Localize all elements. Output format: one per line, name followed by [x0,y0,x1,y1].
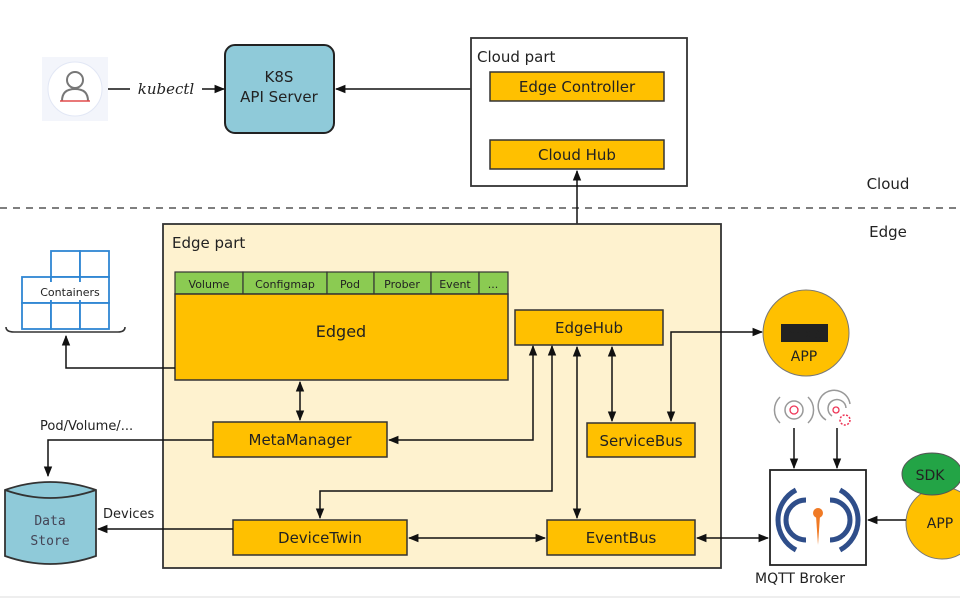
svg-text:Event: Event [439,278,471,291]
sdk-app[interactable]: SDK APP [901,452,960,560]
devicetwin-module[interactable]: DeviceTwin [232,519,408,556]
edged-containers-arrow [61,334,175,369]
containers-label: Containers [40,286,100,299]
svg-text:K8S: K8S [265,68,294,86]
edged-tabs: Volume Configmap Pod Prober Event ... [174,271,509,295]
cloud-hub-module[interactable]: Cloud Hub [489,139,665,170]
edged-tab-event[interactable]: Event [430,271,480,295]
svg-text:Pod: Pod [340,278,360,291]
svg-text:Data: Data [34,514,65,529]
svg-text:DeviceTwin: DeviceTwin [278,529,362,547]
region-label-cloud: Cloud [867,175,910,193]
kubeedge-architecture-diagram: Cloud Edge kubectl K8S API Server Cloud … [0,37,960,598]
sdk-label: SDK [916,468,946,484]
edged-tab-more[interactable]: ... [478,271,509,295]
edged-tab-prober[interactable]: Prober [373,271,432,295]
metamanager-module[interactable]: MetaManager [212,421,388,458]
edged-tab-configmap[interactable]: Configmap [242,271,328,295]
svg-text:API Server: API Server [240,88,319,106]
datastore[interactable]: Data Store [4,481,97,565]
edge-controller-module[interactable]: Edge Controller [489,71,665,102]
svg-text:Edge Controller: Edge Controller [519,78,636,96]
devices-label: Devices [103,507,154,522]
pod-volume-label: Pod/Volume/... [40,419,133,434]
edged-tab-volume[interactable]: Volume [174,271,244,295]
servicebus-module[interactable]: ServiceBus [586,422,696,458]
svg-text:Prober: Prober [384,278,420,291]
svg-text:Edged: Edged [316,322,366,341]
svg-text:Cloud Hub: Cloud Hub [538,146,616,164]
k8s-api-server[interactable]: K8S API Server [224,44,335,134]
svg-text:EdgeHub: EdgeHub [555,319,623,337]
svg-text:MetaManager: MetaManager [249,431,353,449]
svg-text:Configmap: Configmap [255,278,315,291]
region-label-edge: Edge [869,223,907,241]
device-gear-icon [817,389,851,426]
mqtt-broker[interactable] [769,469,867,566]
sensor-icon [773,396,815,424]
kubectl-label: kubectl [138,80,195,98]
edgehub-module[interactable]: EdgeHub [514,309,664,346]
user-icon [42,57,108,121]
http-url-label: http:// [785,327,825,340]
mqtt-broker-label: MQTT Broker [755,571,845,587]
eventbus-module[interactable]: EventBus [546,519,696,556]
http-app[interactable]: http:// APP [762,289,850,377]
http-app-label: APP [791,349,817,365]
edge-part-title: Edge part [172,234,245,252]
svg-text:Store: Store [30,534,69,549]
containers-icon: Containers [5,250,126,333]
svg-text:EventBus: EventBus [586,529,657,547]
sdk-app-label: APP [927,516,953,532]
edged-module[interactable]: Edged [174,293,509,381]
svg-text:Volume: Volume [189,278,230,291]
svg-text:...: ... [488,278,499,291]
edged-tab-pod[interactable]: Pod [326,271,375,295]
svg-text:ServiceBus: ServiceBus [599,432,682,450]
cloud-part-title: Cloud part [477,48,555,66]
